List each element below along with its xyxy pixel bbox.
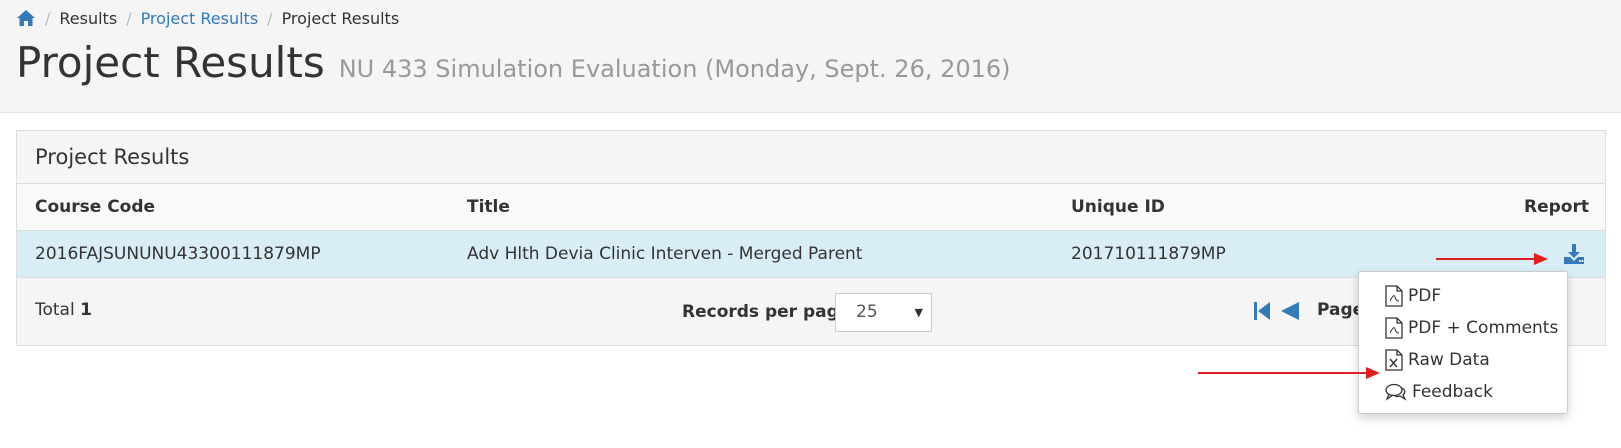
pdf-file-icon [1385, 317, 1403, 339]
menu-item-label: Feedback [1412, 382, 1493, 402]
breadcrumb-separator: / [267, 8, 273, 28]
menu-item-raw-data[interactable]: Raw Data [1359, 344, 1567, 376]
report-dropdown-menu: PDF PDF + Comments Raw Data Feedback [1358, 271, 1568, 414]
column-header-unique-id: Unique ID [1071, 197, 1165, 217]
column-header-title: Title [467, 197, 510, 217]
records-per-page-label: Records per page [682, 302, 851, 322]
panel-heading: Project Results [17, 131, 1605, 184]
home-icon[interactable] [16, 9, 36, 27]
breadcrumb-separator: / [126, 8, 132, 28]
table-header: Course Code Title Unique ID Report [17, 184, 1605, 231]
cell-course-code: 2016FAJSUNUNU43300111879MP [35, 244, 321, 264]
pdf-file-icon [1385, 285, 1403, 307]
page-subtitle: NU 433 Simulation Evaluation (Monday, Se… [338, 55, 1011, 83]
menu-item-label: PDF [1408, 286, 1442, 306]
excel-file-icon [1385, 349, 1403, 371]
page-title-text: Project Results [16, 38, 325, 87]
records-per-page-select[interactable]: 25 ▼ [835, 293, 932, 332]
breadcrumb: / Results / Project Results / Project Re… [16, 6, 399, 30]
breadcrumb-item-project-results-link[interactable]: Project Results [141, 9, 259, 28]
cell-unique-id: 201710111879MP [1071, 244, 1226, 264]
total-count: Total 1 [35, 300, 92, 320]
caret-down-icon: ▼ [914, 306, 923, 319]
records-per-page-value: 25 [856, 302, 878, 322]
cell-title: Adv Hlth Devia Clinic Interven - Merged … [467, 244, 863, 264]
download-icon[interactable] [1563, 243, 1585, 265]
comments-icon [1385, 383, 1407, 401]
breadcrumb-item-results: Results [59, 8, 118, 28]
menu-item-label: Raw Data [1408, 350, 1490, 370]
page-title: Project Results NU 433 Simulation Evalua… [16, 38, 1011, 92]
menu-item-feedback[interactable]: Feedback [1359, 376, 1567, 408]
menu-item-pdf[interactable]: PDF [1359, 280, 1567, 312]
page-header: / Results / Project Results / Project Re… [0, 0, 1621, 113]
breadcrumb-separator: / [45, 8, 51, 28]
menu-item-label: PDF + Comments [1408, 318, 1559, 338]
total-value: 1 [80, 300, 92, 320]
menu-item-pdf-comments[interactable]: PDF + Comments [1359, 312, 1567, 344]
column-header-course-code: Course Code [35, 197, 156, 217]
first-page-icon[interactable] [1253, 300, 1271, 322]
column-header-report: Report [1524, 197, 1589, 217]
total-label: Total [35, 300, 75, 320]
breadcrumb-item-current: Project Results [281, 8, 400, 28]
previous-page-icon[interactable] [1279, 300, 1301, 322]
